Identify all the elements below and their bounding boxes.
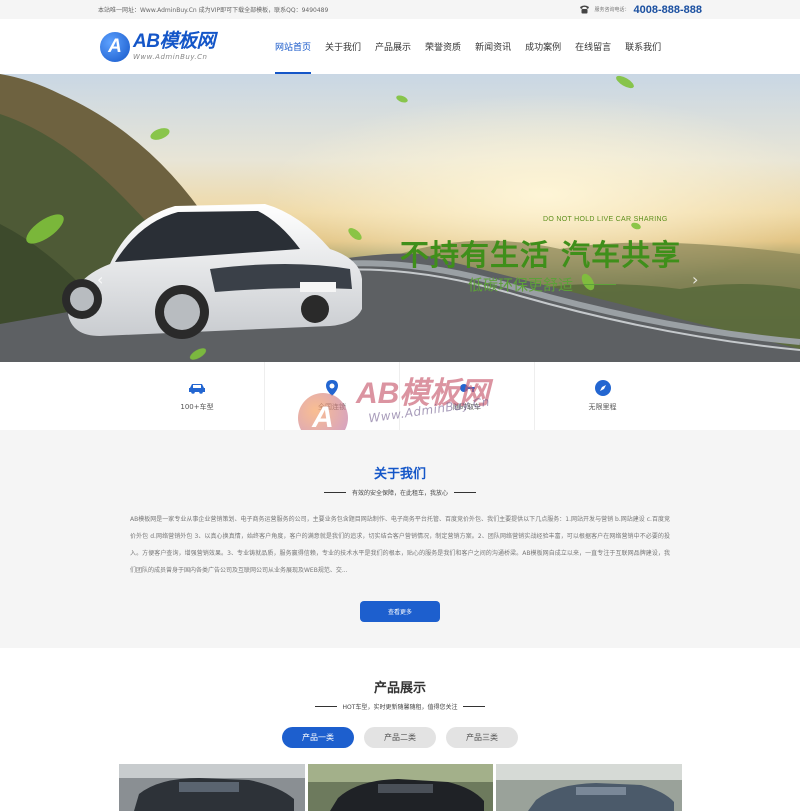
banner-prev-arrow[interactable]: ‹ [97,270,103,289]
location-icon [322,380,342,396]
product-image[interactable] [307,764,494,811]
tab-category-2[interactable]: 产品二类 [364,727,436,748]
logo-url: Www.AdminBuy.Cn [133,53,208,61]
header: A AB模板网 Www.AdminBuy.Cn 网站首页 关于我们 产品展示 荣… [0,19,800,74]
divider [323,492,346,493]
banner-next-arrow[interactable]: › [692,270,698,289]
about-section: 关于我们 有效的安全保障，在此租车，我放心 AB模板网是一家专业从事企业营销策划… [0,430,800,648]
site-notice: 本站唯一网址：Www.AdminBuy.Cn 成为VIP即可下载全部模板，联系Q… [98,7,329,14]
top-bar: 本站唯一网址：Www.AdminBuy.Cn 成为VIP即可下载全部模板，联系Q… [0,0,800,19]
feature-label: 随时取车 [453,403,481,411]
car-icon [187,380,207,396]
hotline-label: 服务咨询电话： [594,7,630,13]
about-subtitle: 有效的安全保障，在此租车，我放心 [0,488,800,497]
logo-badge: A [100,31,130,62]
site-logo[interactable]: A AB模板网 Www.AdminBuy.Cn [100,31,275,62]
nav-item-message[interactable]: 在线留言 [568,19,618,74]
nav-item-home[interactable]: 网站首页 [268,19,318,74]
phone-icon [579,5,590,14]
banner-title: 不持有生活 汽车共享 [400,238,682,272]
feature-strip: 100+车型 全国连锁 随时取车 无限里程 [0,362,800,430]
hotline: 服务咨询电话： 4008-888-888 [579,4,702,16]
product-image[interactable] [119,764,305,811]
products-subtitle: HOT车型，实时更新随馨随租，值得您关注 [0,702,800,711]
products-subtitle-text: HOT车型，实时更新随馨随租，值得您关注 [342,704,458,711]
feature-item[interactable]: 随时取车 [400,362,535,430]
nav-item-cases[interactable]: 成功案例 [518,19,568,74]
nav-item-about[interactable]: 关于我们 [318,19,368,74]
feature-label: 全国连锁 [318,403,346,411]
key-icon [457,380,477,396]
view-more-button[interactable]: 查看更多 [360,601,440,622]
products-section: 产品展示 HOT车型，实时更新随馨随租，值得您关注 产品一类 产品二类 产品三类 [0,648,800,811]
hotline-number[interactable]: 4008-888-888 [633,4,702,16]
divider [463,706,486,707]
tab-category-3[interactable]: 产品三类 [446,727,518,748]
divider [314,706,337,707]
feature-item[interactable]: 全国连锁 [265,362,400,430]
banner-subtitle-line [584,284,616,285]
feature-item[interactable]: 100+车型 [130,362,265,430]
feature-label: 无限里程 [588,403,617,411]
feature-label: 100+车型 [180,403,214,411]
product-tabs: 产品一类 产品二类 产品三类 [0,727,800,748]
nav-item-products[interactable]: 产品展示 [368,19,418,74]
tab-category-1[interactable]: 产品一类 [282,727,354,748]
product-image[interactable] [496,764,683,811]
banner-subtitle: 低碳环保更舒适 [468,276,574,294]
products-title: 产品展示 [373,681,426,696]
nav-item-news[interactable]: 新闻资讯 [468,19,518,74]
nav-item-honors[interactable]: 荣誉资质 [418,19,468,74]
about-subtitle-text: 有效的安全保障，在此租车，我放心 [351,490,448,497]
product-grid [119,764,683,811]
hero-banner[interactable]: DO NOT HOLD LIVE CAR SHARING 不持有生活 汽车共享 … [0,74,800,362]
nav-item-contact[interactable]: 联系我们 [618,19,668,74]
divider [454,492,476,493]
about-body: AB模板网是一家专业从事企业营销策划、电子商务运营服务的公司，主要业务包含题目网… [130,516,670,574]
feature-item[interactable]: 无限里程 [535,362,670,430]
compass-icon [593,380,613,396]
banner-eyebrow: DO NOT HOLD LIVE CAR SHARING [543,216,668,223]
main-nav: 网站首页 关于我们 产品展示 荣誉资质 新闻资讯 成功案例 在线留言 联系我们 [268,19,668,74]
banner-scene [0,74,800,362]
about-title: 关于我们 [373,467,426,482]
logo-title: AB模板网 [133,31,215,52]
